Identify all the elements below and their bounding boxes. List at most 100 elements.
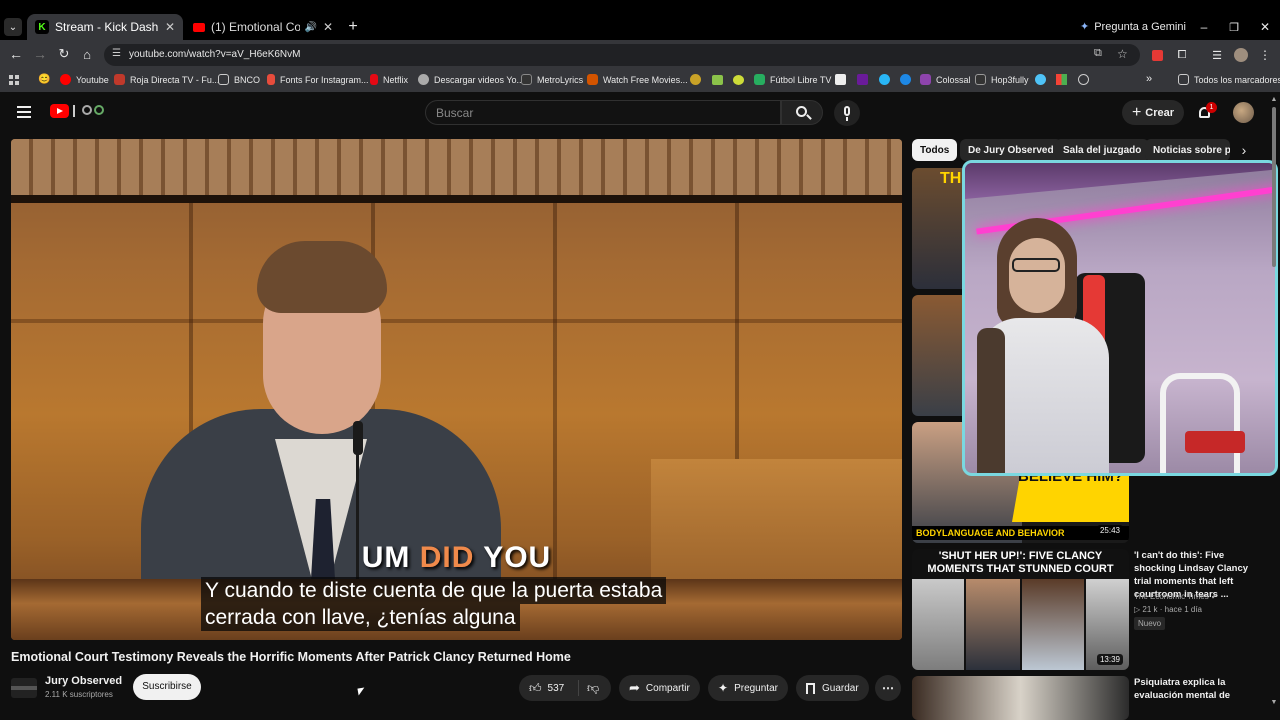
bookmark-youtube[interactable]: Youtube bbox=[60, 74, 109, 85]
bookmark-misc-icon[interactable] bbox=[712, 75, 723, 85]
search-input[interactable]: Buscar bbox=[425, 100, 781, 125]
page-scrollbar[interactable]: ▲ ▼ bbox=[1270, 96, 1278, 706]
channel-avatar[interactable] bbox=[11, 678, 37, 698]
recommendation-meta: ▷ 21 k · hace 1 día bbox=[1134, 605, 1202, 614]
extensions-puzzle-icon[interactable]: ⧠ bbox=[1175, 48, 1189, 62]
search-button[interactable] bbox=[781, 100, 823, 125]
more-actions-button[interactable]: ⋯ bbox=[875, 675, 901, 701]
chips-next-chevron-icon[interactable]: › bbox=[1234, 140, 1254, 160]
tab-title: Stream - Kick Dashboard bbox=[55, 20, 159, 34]
recommendation-thumbnail[interactable] bbox=[912, 676, 1129, 720]
colossal-icon bbox=[920, 74, 931, 85]
ask-button[interactable]: ✦ Preguntar bbox=[708, 675, 788, 701]
bookmark-watch-free-movies[interactable]: Watch Free Movies... bbox=[587, 74, 688, 85]
bookmark-fonts-instagram[interactable]: Fonts For Instagram... bbox=[267, 74, 369, 85]
tab-close-icon[interactable]: ✕ bbox=[323, 20, 333, 34]
bookmark-metrolyrics[interactable]: MetroLyrics bbox=[521, 74, 583, 85]
duration-badge: 25:43 bbox=[1096, 525, 1123, 536]
bookmark-netflix[interactable]: Netflix bbox=[370, 74, 408, 85]
doodle-logo-icon bbox=[73, 105, 104, 117]
bookmark-misc-icon[interactable] bbox=[1035, 74, 1046, 85]
browser-menu-icon[interactable]: ⋮ bbox=[1258, 48, 1272, 62]
chip-news[interactable]: Noticias sobre p bbox=[1145, 139, 1230, 161]
bookmark-misc-icon[interactable] bbox=[835, 74, 846, 85]
recommendation-thumbnail-clancy[interactable]: 'SHUT HER UP!': FIVE CLANCY MOMENTS THAT… bbox=[912, 549, 1129, 670]
chip-from-channel[interactable]: De Jury Observed bbox=[960, 139, 1062, 161]
restore-button[interactable]: ❐ bbox=[1225, 18, 1243, 36]
gemini-button[interactable]: ✦ Pregunta a Gemini bbox=[1080, 20, 1186, 34]
bookmarks-overflow-icon[interactable]: » bbox=[1146, 73, 1152, 85]
recommendation-channel[interactable]: The Economic Times ✔ bbox=[1134, 592, 1218, 601]
scroll-up-icon[interactable]: ▲ bbox=[1270, 96, 1278, 103]
chip-all[interactable]: Todos bbox=[912, 139, 958, 161]
bookmark-star-icon[interactable]: ☆ bbox=[1117, 47, 1128, 61]
account-avatar[interactable] bbox=[1233, 102, 1254, 123]
scrollbar-thumb[interactable] bbox=[1272, 107, 1276, 267]
notification-count-badge: 1 bbox=[1206, 102, 1217, 113]
emoji-bookmark-icon[interactable]: 😊 bbox=[38, 74, 50, 85]
install-app-icon[interactable]: ⧉ bbox=[1094, 47, 1102, 60]
share-arrow-icon: ➦ bbox=[629, 680, 640, 695]
tab-kick-dashboard[interactable]: K Stream - Kick Dashboard ✕ bbox=[27, 14, 183, 40]
bookmark-label: Youtube bbox=[76, 74, 109, 85]
bookmark-misc-icon[interactable] bbox=[879, 74, 890, 85]
close-window-button[interactable]: ✕ bbox=[1256, 18, 1274, 36]
extension-red-icon[interactable] bbox=[1152, 50, 1163, 61]
channel-name[interactable]: Jury Observed bbox=[45, 675, 122, 687]
scroll-down-icon[interactable]: ▼ bbox=[1270, 699, 1278, 706]
chip-courtroom[interactable]: Sala del juzgado bbox=[1055, 139, 1150, 161]
address-bar[interactable]: ☰ youtube.com/watch?v=aV_H6eK6NvM ⧉ ☆ bbox=[104, 44, 1140, 66]
bookmarks-bar: 😊 Youtube Roja Directa TV - Fu... BNCO F… bbox=[0, 70, 1280, 92]
new-badge: Nuevo bbox=[1134, 617, 1166, 630]
tab-close-icon[interactable]: ✕ bbox=[165, 20, 175, 34]
futbol-libre-icon bbox=[754, 74, 765, 85]
gemini-sparkle-icon: ✦ bbox=[1080, 21, 1090, 33]
video-player[interactable]: UM DID YOU Y cuando te diste cuenta de q… bbox=[11, 139, 902, 640]
bookmark-descargar-videos[interactable]: Descargar videos Yo... bbox=[418, 74, 524, 85]
plus-icon: + bbox=[1131, 103, 1142, 121]
white-chair bbox=[1160, 373, 1240, 473]
save-label: Guardar bbox=[822, 682, 859, 694]
notifications-button[interactable]: 1 bbox=[1196, 102, 1217, 123]
bookmark-label: Fonts For Instagram... bbox=[280, 74, 369, 85]
dislike-button[interactable]: 👎︎ bbox=[579, 681, 599, 696]
hop3fully-icon bbox=[975, 74, 986, 85]
bookmark-misc-icon[interactable] bbox=[857, 74, 868, 85]
all-bookmarks[interactable]: Todos los marcadores bbox=[1178, 74, 1280, 85]
bookmark-misc-icon[interactable] bbox=[1056, 74, 1067, 85]
fonts-icon bbox=[267, 74, 275, 85]
bookmark-misc-icon[interactable] bbox=[733, 75, 744, 85]
subscribe-button[interactable]: Suscribirse bbox=[133, 674, 201, 700]
bookmark-misc-icon[interactable] bbox=[690, 74, 701, 85]
bookmark-misc-icon[interactable] bbox=[900, 74, 911, 85]
create-button[interactable]: + Crear bbox=[1122, 100, 1184, 125]
bookmark-colossal[interactable]: Colossal bbox=[920, 74, 971, 85]
profile-avatar[interactable] bbox=[1234, 48, 1248, 62]
youtube-logo[interactable] bbox=[50, 104, 104, 118]
bookmark-bnco[interactable]: BNCO bbox=[218, 74, 260, 85]
recommendation-title[interactable]: Psiquiatra explica la evaluación mental … bbox=[1134, 676, 1264, 704]
like-button[interactable]: 👍︎ 537 bbox=[519, 680, 579, 696]
tab-search-icon[interactable]: ☰ bbox=[1210, 48, 1224, 62]
hamburger-menu-icon[interactable] bbox=[17, 106, 31, 118]
minimize-button[interactable]: – bbox=[1195, 18, 1213, 36]
share-button[interactable]: ➦ Compartir bbox=[619, 675, 700, 701]
voice-search-button[interactable] bbox=[834, 100, 860, 126]
forward-arrow-icon[interactable]: → bbox=[32, 46, 48, 62]
back-arrow-icon[interactable]: ← bbox=[8, 46, 24, 62]
bookmark-misc-icon[interactable] bbox=[1078, 74, 1089, 85]
tab-search-chevron-icon[interactable]: ⌄ bbox=[4, 18, 22, 36]
new-tab-button[interactable]: + bbox=[344, 18, 362, 36]
apps-grid-icon[interactable] bbox=[9, 75, 19, 85]
reload-icon[interactable]: ↻ bbox=[56, 46, 72, 62]
speaker-icon[interactable]: 🔊 bbox=[304, 22, 316, 33]
home-icon[interactable]: ⌂ bbox=[79, 46, 95, 62]
url-text[interactable]: youtube.com/watch?v=aV_H6eK6NvM bbox=[129, 49, 300, 60]
gemini-label: Pregunta a Gemini bbox=[1094, 20, 1186, 33]
bookmark-hop3fully[interactable]: Hop3fully bbox=[975, 74, 1029, 85]
bookmark-roja-directa[interactable]: Roja Directa TV - Fu... bbox=[114, 74, 219, 85]
site-info-icon[interactable]: ☰ bbox=[112, 48, 121, 59]
save-button[interactable]: Guardar bbox=[796, 675, 869, 701]
tab-youtube-video[interactable]: (1) Emotional Court Testimo 🔊 ✕ bbox=[185, 14, 341, 40]
bookmark-futbol-libre[interactable]: Fútbol Libre TV bbox=[754, 74, 831, 85]
